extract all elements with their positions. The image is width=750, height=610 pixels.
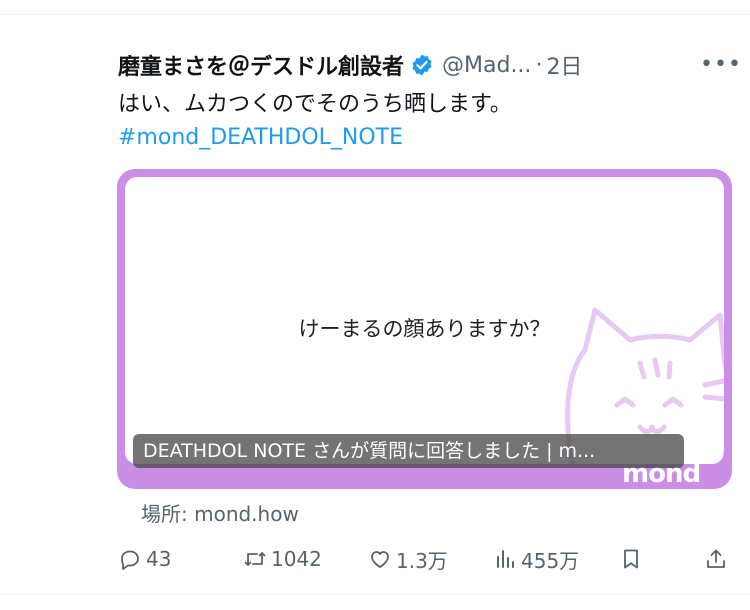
bookmark-icon — [624, 549, 638, 569]
action-bar: 43 1042 1.3万 455万 — [0, 541, 750, 577]
like-button[interactable]: 1.3万 — [368, 541, 448, 577]
share-icon — [707, 549, 725, 568]
retweet-count: 1042 — [271, 547, 322, 571]
analytics-icon — [497, 550, 514, 568]
card-source[interactable]: 場所: mond.how — [141, 498, 299, 527]
tweet-text: はい、ムカつくのでそのうち晒します。 — [118, 92, 512, 117]
separator-dot: · — [535, 52, 543, 78]
author-handle[interactable]: @Mad... — [442, 53, 531, 78]
bookmark-button[interactable] — [619, 541, 647, 577]
reply-count: 43 — [146, 547, 172, 571]
like-count: 1.3万 — [396, 548, 448, 573]
top-divider — [0, 14, 750, 15]
verified-badge-icon — [412, 54, 432, 76]
retweet-icon — [244, 552, 266, 566]
retweet-button[interactable]: 1042 — [243, 541, 322, 577]
more-options-icon[interactable]: ••• — [700, 52, 742, 77]
views-button[interactable]: 455万 — [493, 541, 579, 577]
heart-icon — [371, 551, 389, 568]
card-caption: DEATHDOL NOTE さんが質問に回答しました | m... — [133, 434, 684, 468]
bottom-divider — [0, 594, 750, 595]
reply-icon — [121, 550, 139, 570]
author-name[interactable]: 磨童まさを＠デスドル創設者 — [118, 49, 404, 81]
link-card[interactable]: けーまるの顔ありますか？ DEATHDOL NOTE さんが質問に回答しました … — [117, 169, 732, 489]
reply-button[interactable]: 43 — [118, 541, 171, 577]
hashtag-link[interactable]: #mond_DEATHDOL_NOTE — [118, 121, 403, 155]
mond-logo: mond — [622, 459, 701, 489]
share-button[interactable] — [704, 541, 732, 577]
tweet-header: 磨童まさを＠デスドル創設者 @Mad... · 2日 — [118, 48, 582, 82]
tweet-timestamp[interactable]: 2日 — [546, 49, 582, 81]
view-count: 455万 — [521, 548, 580, 573]
card-image: けーまるの顔ありますか？ — [125, 177, 724, 464]
